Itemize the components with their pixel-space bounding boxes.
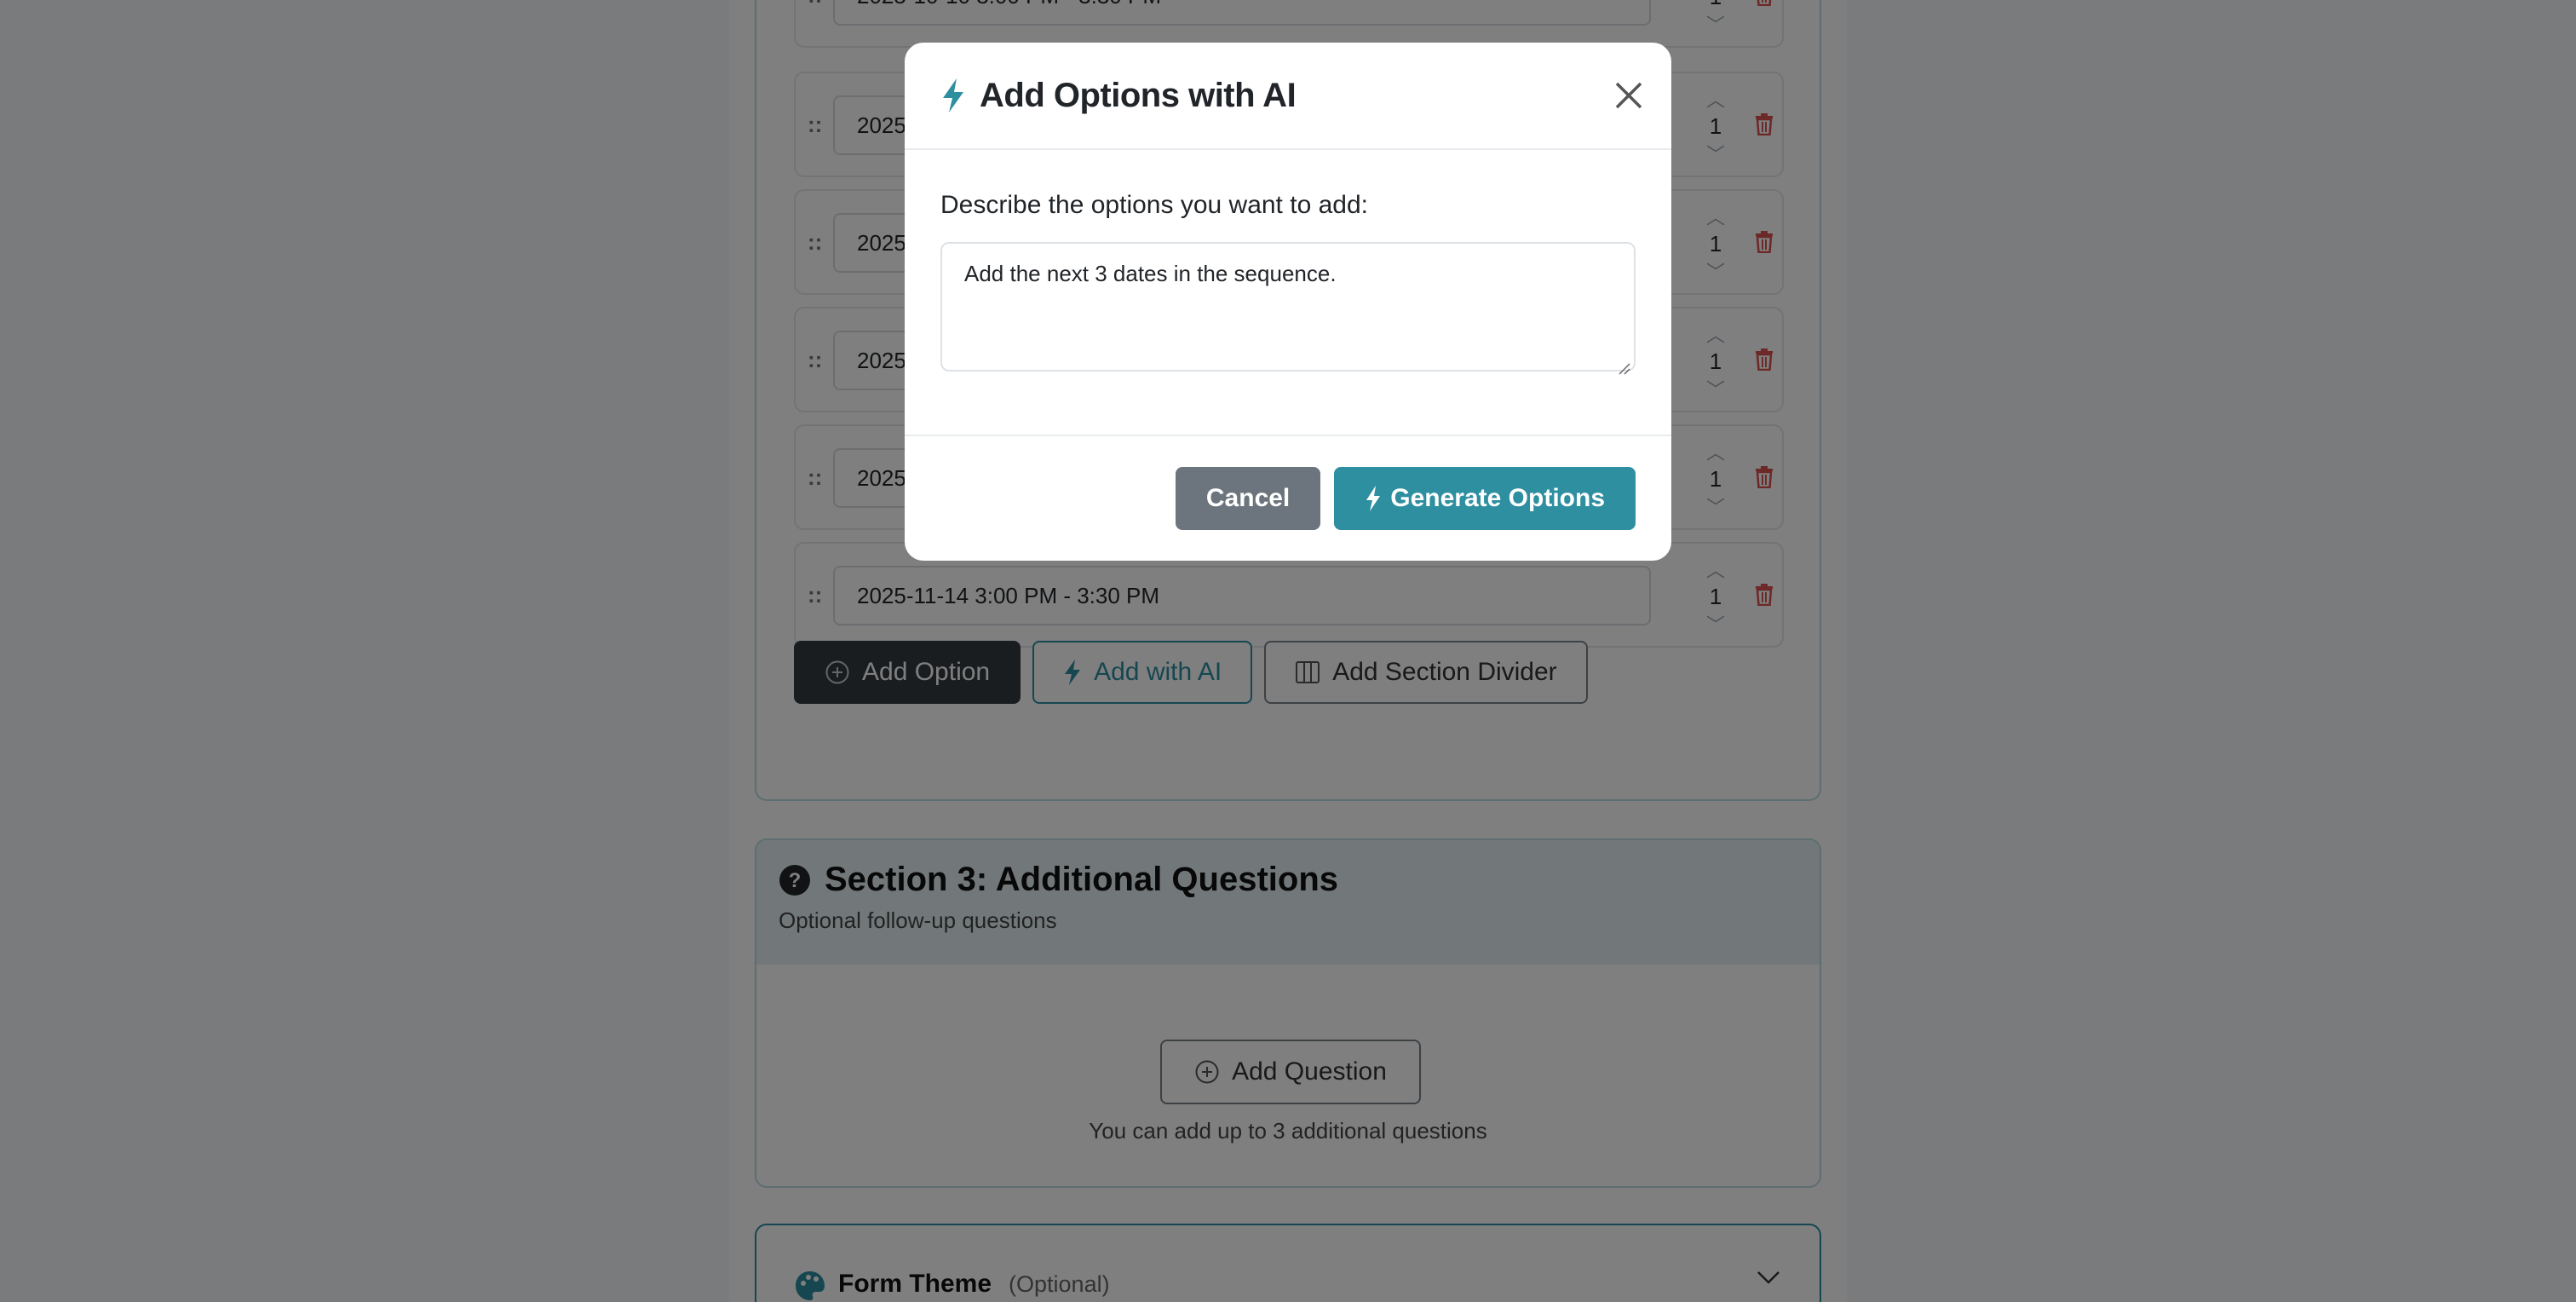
lightning-icon <box>1366 486 1381 511</box>
modal-footer: Cancel Generate Options <box>905 436 1671 561</box>
prompt-label: Describe the options you want to add: <box>940 191 1368 219</box>
cancel-button[interactable]: Cancel <box>1175 467 1321 530</box>
add-options-ai-modal: Add Options with AI Describe the options… <box>905 43 1671 561</box>
modal-title: Add Options with AI <box>980 76 1297 114</box>
resize-grip-icon[interactable] <box>1617 361 1630 375</box>
prompt-textarea[interactable]: Add the next 3 dates in the sequence. <box>940 242 1636 372</box>
modal-body: Describe the options you want to add: Ad… <box>905 150 1671 436</box>
lightning-icon <box>943 78 963 112</box>
close-icon[interactable] <box>1612 78 1646 112</box>
modal-header: Add Options with AI <box>905 43 1671 150</box>
generate-options-label: Generate Options <box>1390 484 1605 512</box>
generate-options-button[interactable]: Generate Options <box>1334 467 1636 530</box>
